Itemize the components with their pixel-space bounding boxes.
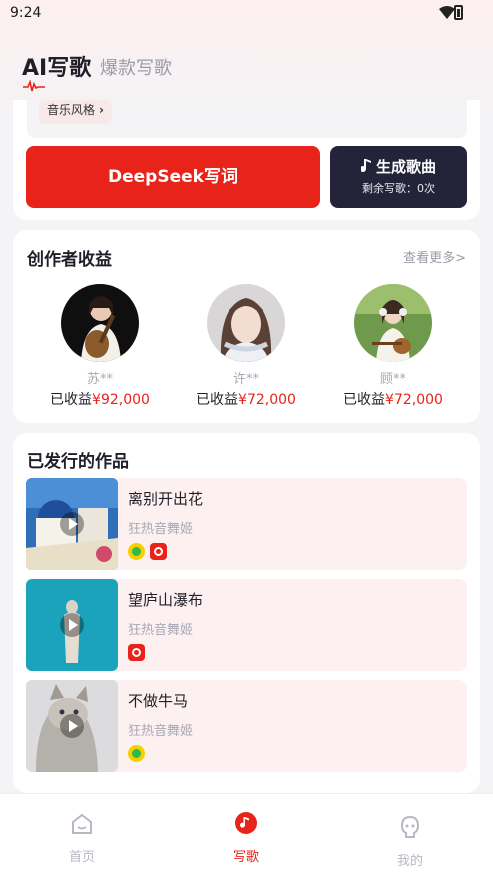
generate-song-row: 生成歌曲 <box>330 156 467 177</box>
work-artist: 狂热音舞姬 <box>128 623 194 638</box>
nav-songwriting[interactable]: 写歌 <box>186 794 306 877</box>
qq-music-icon <box>128 745 145 762</box>
earn-prefix: 已收益 <box>343 392 386 408</box>
app-screen: 9:24 AI写歌 爆款写歌 音乐风格 › DeepSeek写词 生成歌曲 剩余写… <box>0 0 493 877</box>
wifi-icon <box>439 6 455 19</box>
profile-icon <box>400 815 420 838</box>
earn-prefix: 已收益 <box>196 392 239 408</box>
list-item[interactable]: 望庐山瀑布 狂热音舞姬 <box>26 579 467 671</box>
netease-music-icon <box>150 543 167 560</box>
released-works-title: 已发行的作品 <box>27 452 129 472</box>
earn-amount: ¥72,000 <box>238 392 296 408</box>
list-item[interactable]: 不做牛马 狂热音舞姬 <box>26 680 467 772</box>
nav-songwriting-label: 写歌 <box>232 850 259 865</box>
compose-card: 音乐风格 › DeepSeek写词 生成歌曲 剩余写歌：0次 <box>13 100 480 220</box>
avatar <box>207 284 285 362</box>
play-icon[interactable] <box>60 613 84 637</box>
work-title: 望庐山瀑布 <box>128 591 204 609</box>
music-note-icon <box>235 812 257 834</box>
earn-prefix: 已收益 <box>50 392 93 408</box>
tab-hit-songwriting[interactable]: 爆款写歌 <box>100 54 172 80</box>
tab-ai-songwriting[interactable]: AI写歌 <box>22 50 91 82</box>
music-note-icon <box>359 159 371 173</box>
creator-earnings: 已收益¥72,000 <box>333 389 453 409</box>
nav-home-label: 首页 <box>68 850 95 865</box>
work-title: 不做牛马 <box>128 692 189 710</box>
creator-item[interactable]: 苏** 已收益¥92,000 <box>40 284 160 409</box>
list-item[interactable]: 离别开出花 狂热音舞姬 <box>26 478 467 570</box>
music-style-label: 音乐风格 <box>47 103 96 117</box>
creator-earnings-card: 创作者收益 查看更多> 苏** 已收益¥92,000 许** 已收益¥72,00… <box>13 230 480 423</box>
status-bar: 9:24 <box>0 0 493 28</box>
cover-image <box>26 478 118 570</box>
cover-image <box>26 680 118 772</box>
earn-amount: ¥92,000 <box>92 392 150 408</box>
waveform-icon <box>23 80 45 92</box>
creator-earnings-title: 创作者收益 <box>27 250 112 270</box>
header-tabs: AI写歌 爆款写歌 <box>0 40 493 100</box>
creator-item[interactable]: 顾** 已收益¥72,000 <box>333 284 453 409</box>
creator-item[interactable]: 许** 已收益¥72,000 <box>186 284 306 409</box>
deepseek-lyrics-button[interactable]: DeepSeek写词 <box>26 146 320 208</box>
qq-music-icon <box>128 543 145 560</box>
music-style-chip[interactable]: 音乐风格 › <box>39 100 112 124</box>
creator-name: 苏** <box>86 372 113 387</box>
generate-song-button[interactable]: 生成歌曲 剩余写歌：0次 <box>330 146 467 208</box>
avatar <box>354 284 432 362</box>
bottom-nav: 首页 写歌 我的 <box>0 793 493 877</box>
netease-music-icon <box>128 644 145 661</box>
generate-song-label: 生成歌曲 <box>375 158 436 176</box>
released-works-card: 已发行的作品 离别开出花 狂热音舞姬 望庐山瀑布 狂热音舞姬 不做牛马 狂热音舞… <box>13 433 480 793</box>
chevron-right-icon: › <box>99 103 104 117</box>
work-artist: 狂热音舞姬 <box>128 724 194 739</box>
work-title: 离别开出花 <box>128 490 204 508</box>
home-icon <box>72 814 92 834</box>
earn-amount: ¥72,000 <box>385 392 443 408</box>
creator-earnings: 已收益¥92,000 <box>40 389 160 409</box>
creator-earnings: 已收益¥72,000 <box>186 389 306 409</box>
nav-profile[interactable]: 我的 <box>350 794 470 877</box>
work-artist: 狂热音舞姬 <box>128 522 194 537</box>
creator-name: 许** <box>232 372 259 387</box>
play-icon[interactable] <box>60 512 84 536</box>
status-time: 9:24 <box>10 5 42 21</box>
creator-name: 顾** <box>379 372 406 387</box>
avatar <box>61 284 139 362</box>
view-more-link[interactable]: 查看更多> <box>403 247 466 266</box>
nav-profile-label: 我的 <box>396 854 423 869</box>
nav-home[interactable]: 首页 <box>22 794 142 877</box>
cover-image <box>26 579 118 671</box>
battery-icon <box>454 5 463 20</box>
remaining-count: 剩余写歌：0次 <box>362 182 435 195</box>
play-icon[interactable] <box>60 714 84 738</box>
